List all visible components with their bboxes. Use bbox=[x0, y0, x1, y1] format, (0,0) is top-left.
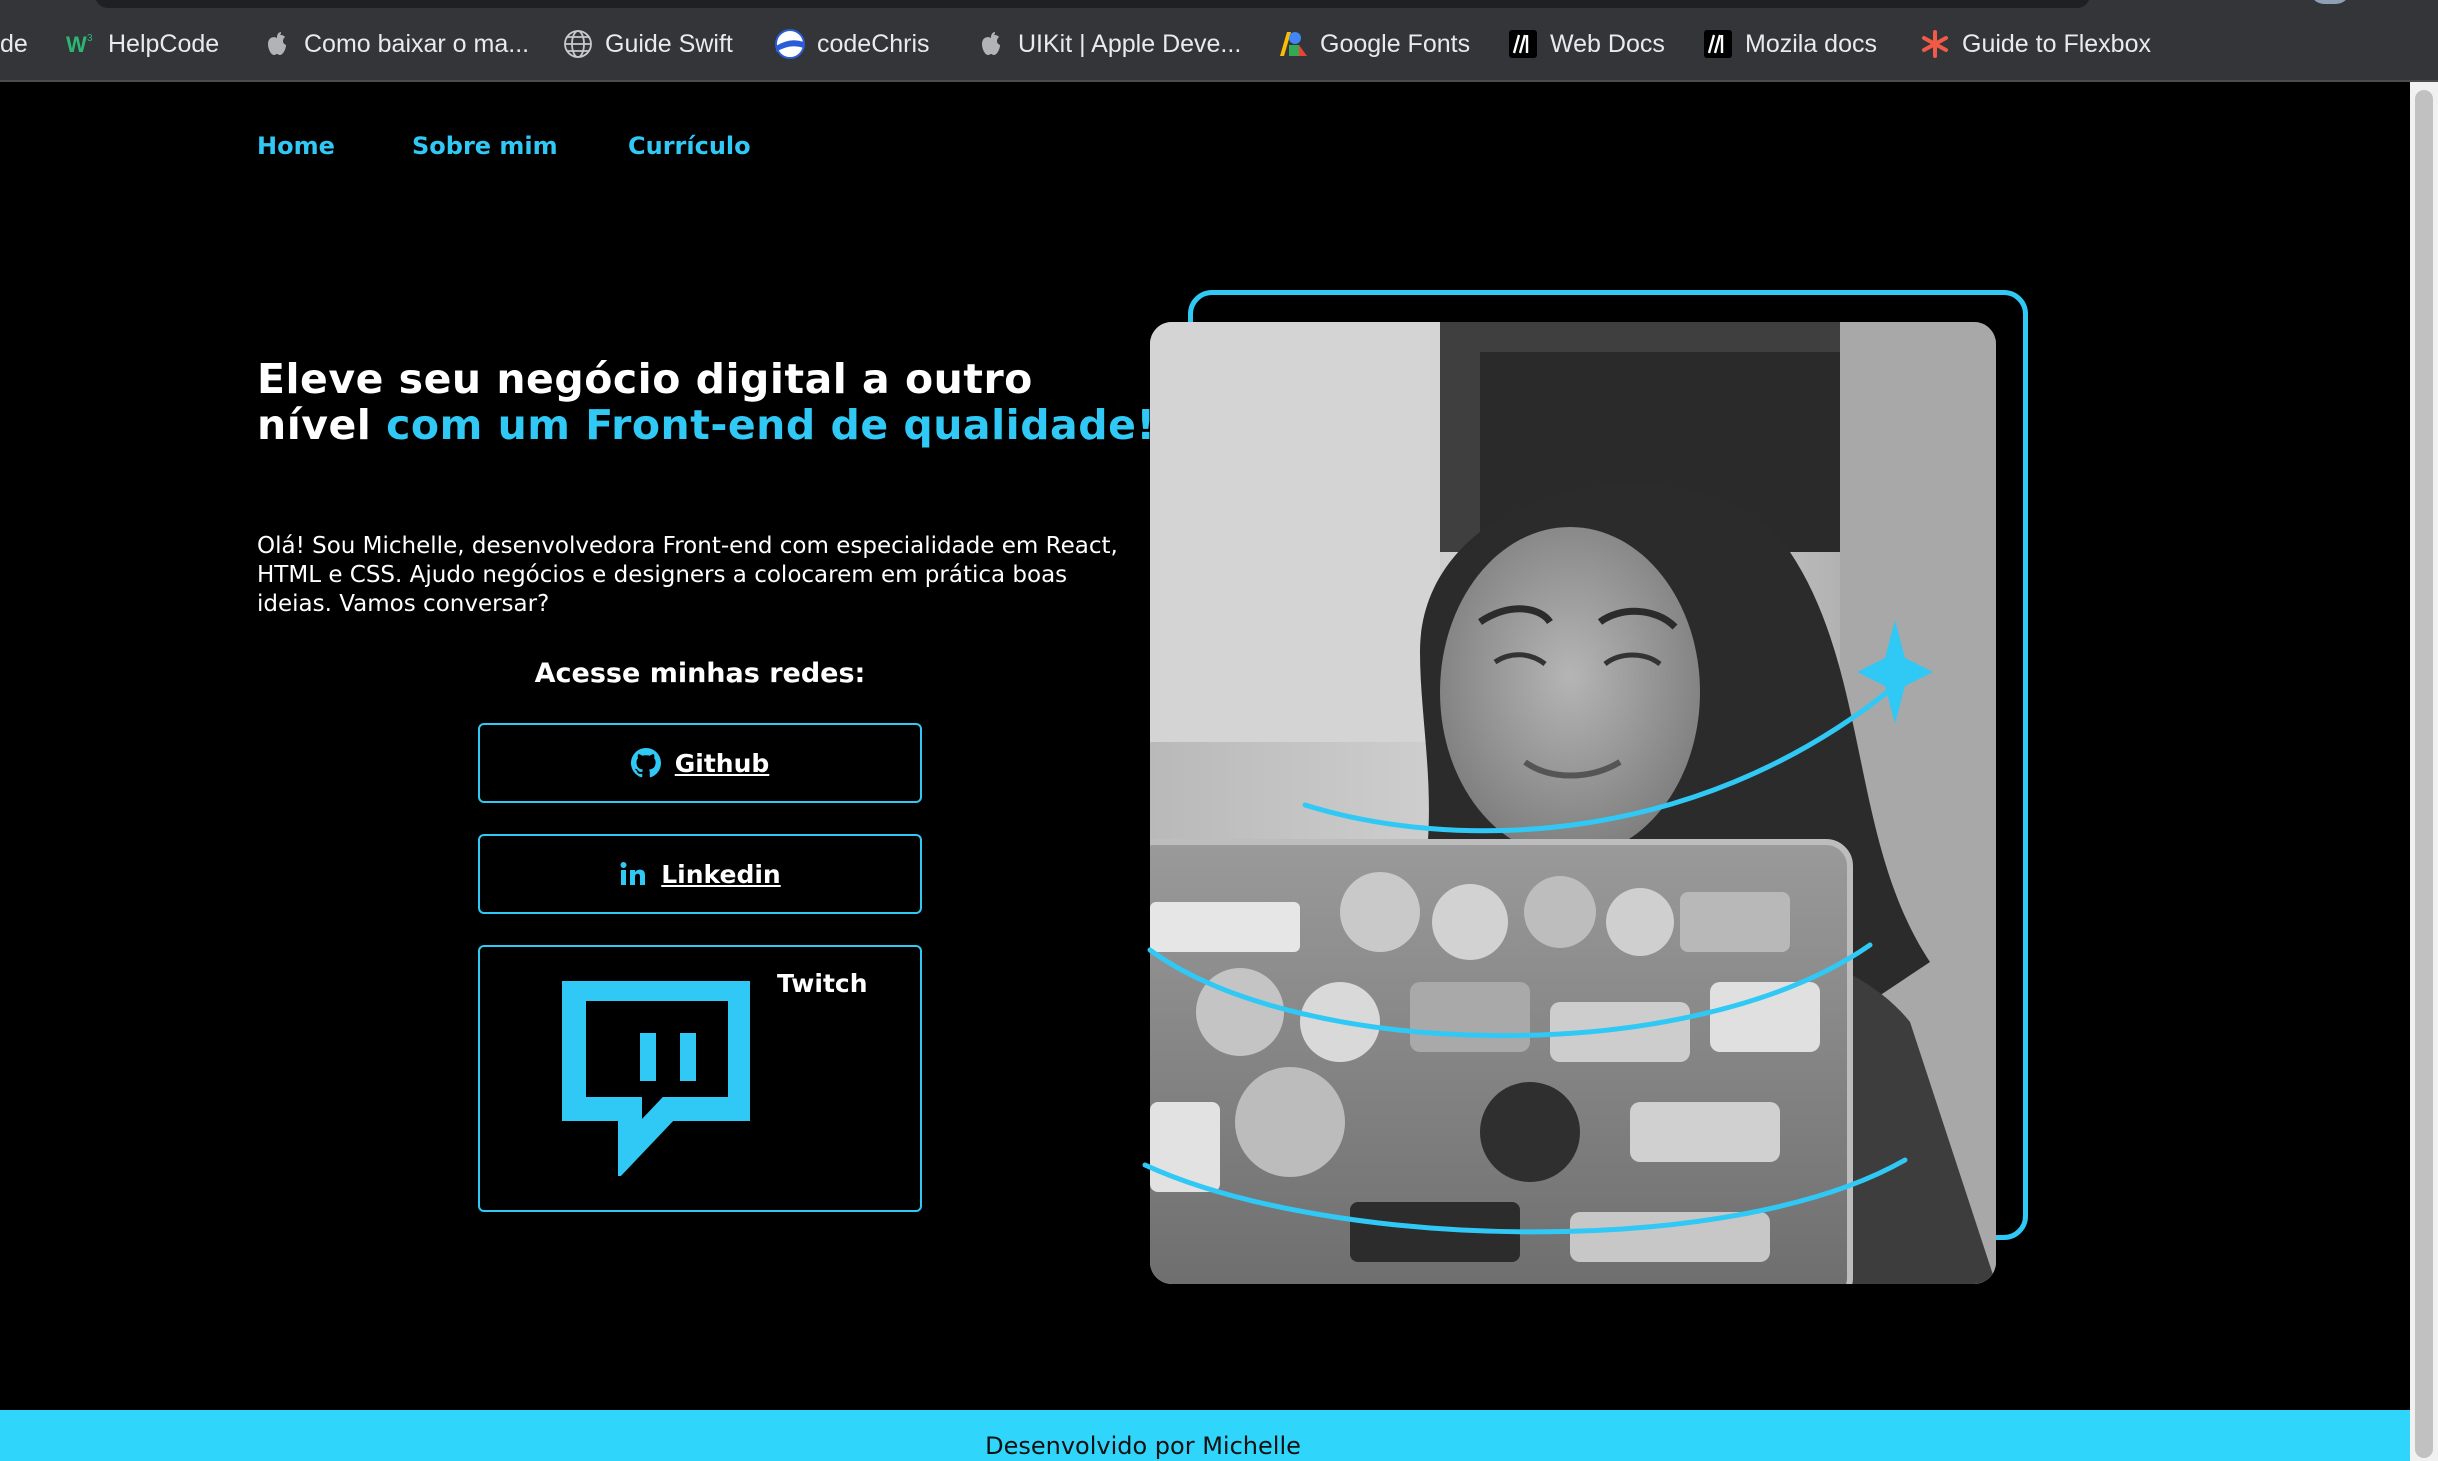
bookmark-item[interactable]: Como baixar o ma... bbox=[262, 24, 529, 64]
bookmark-item[interactable]: W3 HelpCode bbox=[66, 24, 219, 64]
hero-intro: Olá! Sou Michelle, desenvolvedora Front-… bbox=[257, 533, 1118, 617]
github-icon bbox=[630, 748, 661, 778]
bookmark-item[interactable]: Guide to Flexbox bbox=[1920, 24, 2151, 64]
nav-link-resume[interactable]: Currículo bbox=[628, 132, 751, 160]
bookmark-item[interactable]: UIKit | Apple Deve... bbox=[976, 24, 1241, 64]
github-label: Github bbox=[674, 748, 770, 778]
bookmark-item[interactable]: codeChris bbox=[775, 24, 930, 64]
codechris-icon bbox=[775, 29, 805, 59]
bookmark-label: Mozila docs bbox=[1745, 29, 1877, 58]
nav-link-about[interactable]: Sobre mim bbox=[412, 132, 558, 160]
globe-icon bbox=[563, 29, 593, 59]
bookmark-item[interactable]: Google Fonts bbox=[1278, 24, 1470, 64]
headline-accent: com um Front-end de qualidade! bbox=[386, 401, 1156, 449]
bookmark-label: Guide Swift bbox=[605, 29, 733, 58]
twitch-label: Twitch bbox=[777, 969, 868, 998]
svg-text:W: W bbox=[66, 32, 87, 56]
css-tricks-icon bbox=[1920, 29, 1950, 59]
social-title: Acesse minhas redes: bbox=[534, 658, 866, 689]
profile-avatar-edge[interactable] bbox=[2310, 0, 2350, 4]
bookmark-label: de bbox=[0, 29, 28, 58]
bookmark-label: HelpCode bbox=[108, 29, 220, 58]
nav-link-home[interactable]: Home bbox=[257, 132, 335, 160]
mdn-icon bbox=[1508, 29, 1538, 59]
github-button[interactable]: Github bbox=[478, 723, 922, 803]
bookmark-label: Web Docs bbox=[1550, 29, 1665, 58]
bookmark-label: UIKit | Apple Deve... bbox=[1018, 29, 1242, 58]
bookmark-item[interactable]: Guide Swift bbox=[563, 24, 733, 64]
bookmark-label: Guide to Flexbox bbox=[1962, 29, 2151, 58]
bookmark-item[interactable]: Web Docs bbox=[1508, 24, 1665, 64]
hero-headline: Eleve seu negócio digital a outro nível … bbox=[257, 356, 1157, 448]
bookmarks-bar: de W3 HelpCode Como baixar o ma... Guide… bbox=[0, 0, 2438, 82]
page-scrollbar[interactable] bbox=[2410, 82, 2438, 1461]
mdn-icon bbox=[1703, 29, 1733, 59]
svg-text:3: 3 bbox=[87, 33, 93, 44]
apple-icon bbox=[262, 29, 292, 59]
developer-photo bbox=[1150, 322, 1996, 1284]
linkedin-button[interactable]: Linkedin bbox=[478, 834, 922, 914]
apple-icon bbox=[976, 29, 1006, 59]
bookmark-item[interactable]: Mozila docs bbox=[1703, 24, 1877, 64]
twitch-icon bbox=[560, 977, 752, 1182]
twitch-button[interactable]: Twitch bbox=[478, 945, 922, 1212]
page-footer: Desenvolvido por Michelle bbox=[0, 1410, 2410, 1461]
google-fonts-icon bbox=[1278, 29, 1308, 59]
w3-icon: W3 bbox=[66, 29, 96, 59]
address-bar-edge bbox=[95, 0, 2090, 8]
bookmark-label: Google Fonts bbox=[1320, 29, 1471, 58]
linkedin-label: Linkedin bbox=[661, 859, 781, 889]
bookmark-label: Como baixar o ma... bbox=[304, 29, 530, 58]
linkedin-icon bbox=[619, 861, 647, 887]
scrollbar-thumb[interactable] bbox=[2415, 90, 2433, 1458]
footer-credit: Desenvolvido por Michelle bbox=[985, 1432, 1301, 1460]
bookmark-label: codeChris bbox=[817, 29, 930, 58]
bookmark-item[interactable]: de bbox=[0, 24, 28, 64]
